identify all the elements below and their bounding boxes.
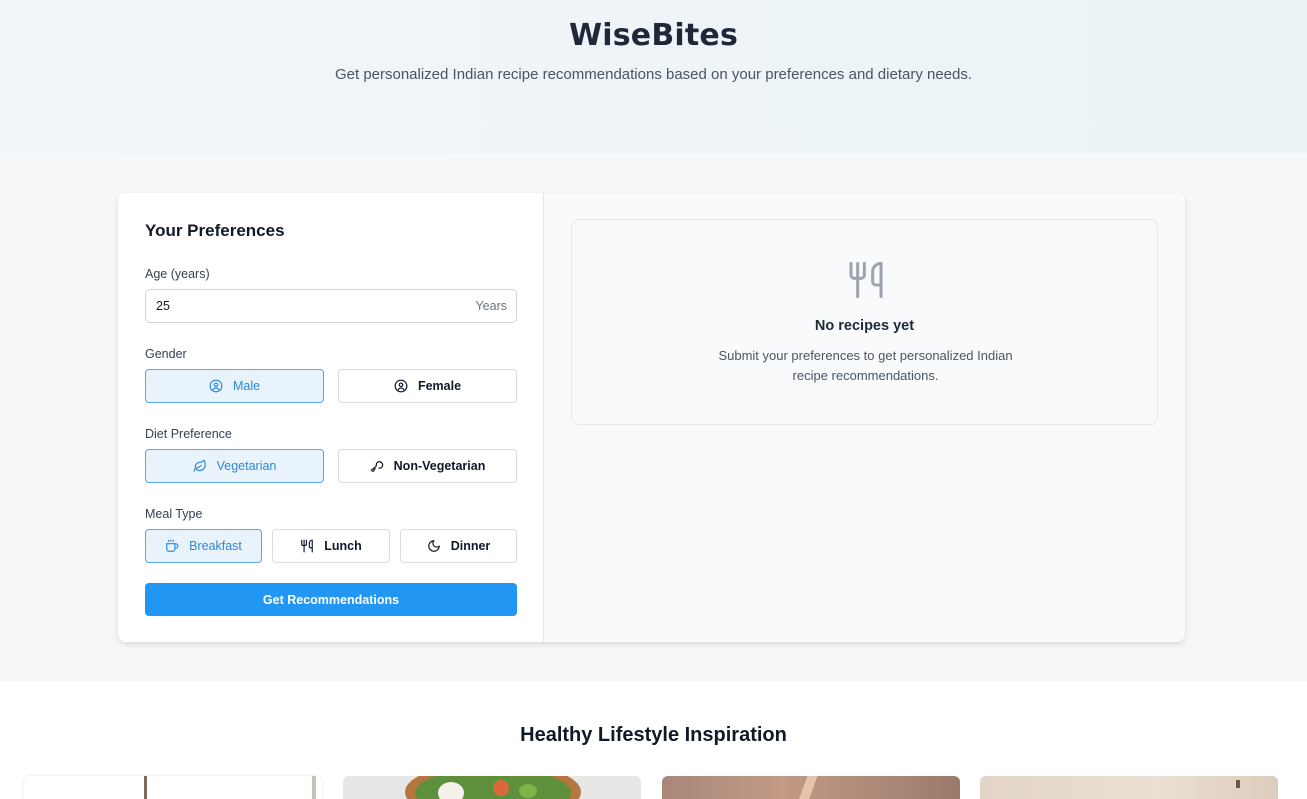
user-circle-icon [209,379,223,393]
diet-option-vegetarian[interactable]: Vegetarian [145,449,324,483]
diet-option-label: Non-Vegetarian [393,459,486,473]
meal-option-label: Lunch [324,539,362,553]
diet-option-non-vegetarian[interactable]: Non-Vegetarian [338,449,517,483]
meal-label: Meal Type [145,507,203,521]
gender-option-label: Female [417,379,462,393]
moon-icon [427,540,440,552]
gender-option-label: Male [232,379,261,393]
drumstick-icon [370,461,383,472]
age-field: Years [145,289,517,323]
gender-option-male[interactable]: Male [145,369,324,403]
inspiration-image-3 [662,776,960,799]
diet-label: Diet Preference [145,427,232,441]
get-recommendations-button[interactable]: Get Recommendations [145,583,517,616]
meal-option-breakfast[interactable]: Breakfast [145,529,262,563]
gender-option-female[interactable]: Female [338,369,517,403]
utensils-icon [849,261,883,299]
gender-label: Gender [145,347,187,361]
meal-option-label: Dinner [450,539,491,553]
app-subtitle: Get personalized Indian recipe recommend… [334,66,973,83]
inspiration-image-1 [24,776,322,799]
coffee-icon [166,539,179,552]
age-suffix: Years [475,299,507,313]
inspiration-image-2 [343,776,641,799]
recommendation-card: Your Preferences Age (years) Years Gende… [118,193,1185,642]
hero-header: WiseBites Get personalized Indian recipe… [0,0,1307,153]
meal-option-label: Breakfast [189,539,242,553]
age-input[interactable] [156,290,456,322]
utensils-icon [301,539,314,553]
inspiration-section: Healthy Lifestyle Inspiration [0,681,1307,799]
diet-option-label: Vegetarian [216,459,277,473]
inspiration-image-4 [980,776,1278,799]
preferences-heading: Your Preferences [145,221,285,240]
age-label: Age (years) [145,267,210,281]
meal-option-dinner[interactable]: Dinner [400,529,517,563]
meal-option-lunch[interactable]: Lunch [272,529,390,563]
empty-state-text: Submit your preferences to get personali… [718,348,1013,383]
empty-state-title: No recipes yet [814,318,915,334]
preferences-panel: Your Preferences Age (years) Years Gende… [118,193,544,642]
leaf-icon [193,459,206,472]
inspiration-heading: Healthy Lifestyle Inspiration [520,724,787,746]
app-title: WiseBites [568,18,739,53]
main-section: Your Preferences Age (years) Years Gende… [0,153,1307,681]
results-empty-state: No recipes yet Submit your preferences t… [571,219,1158,425]
user-circle-icon [394,379,408,393]
